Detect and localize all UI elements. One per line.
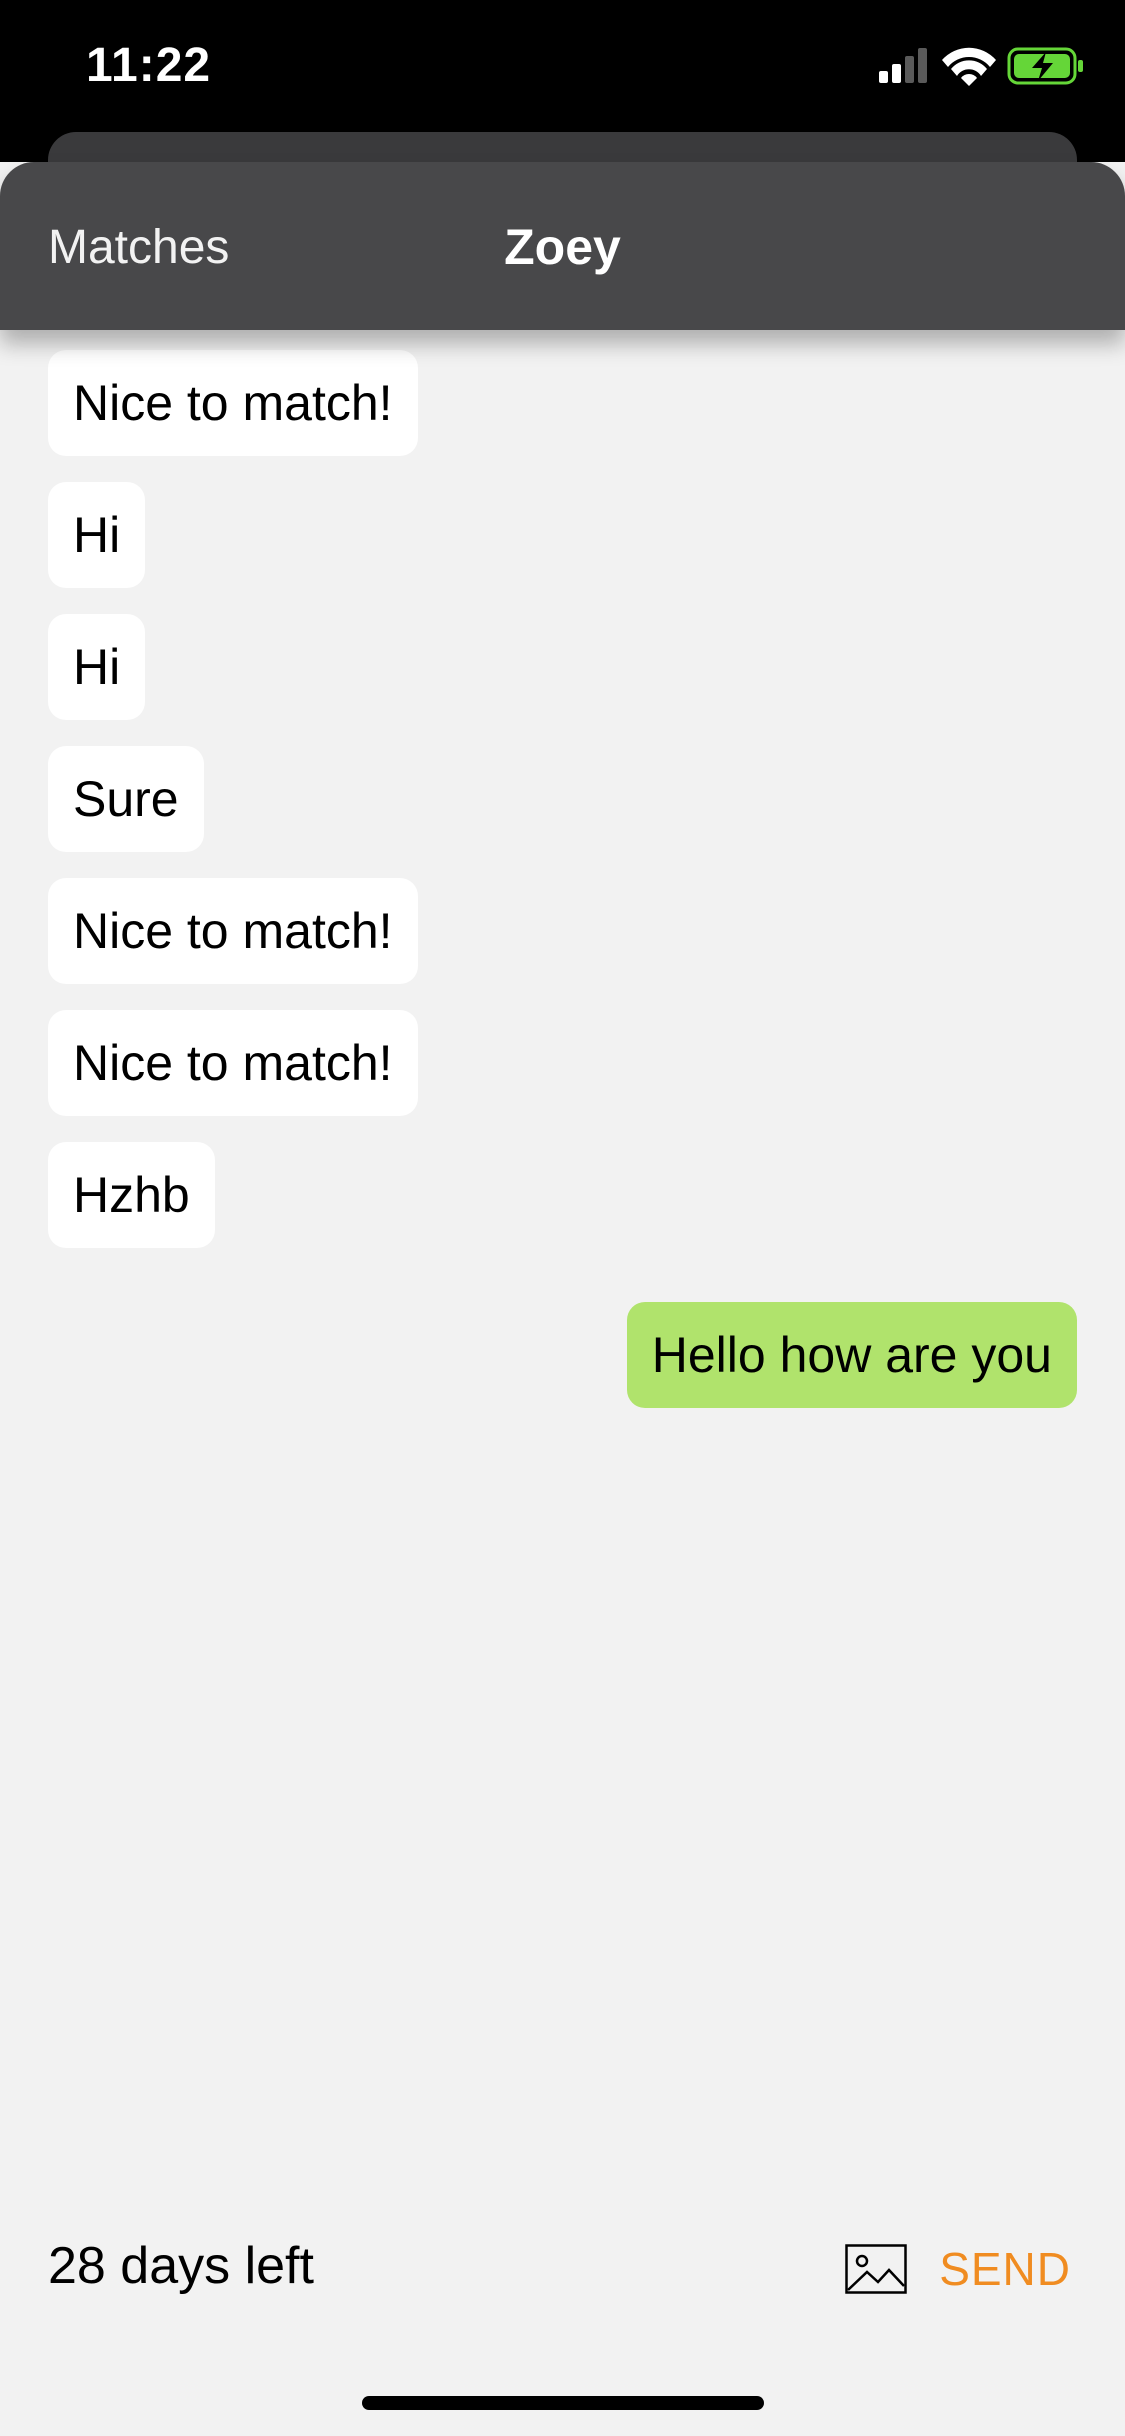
status-time: 11:22 <box>86 39 212 92</box>
message-bubble-incoming: Hi <box>48 614 146 720</box>
message-bubble-incoming: Sure <box>48 746 204 852</box>
wifi-icon <box>942 47 996 86</box>
battery-charging-icon <box>1007 47 1083 85</box>
status-icons <box>879 44 1085 94</box>
composer-bar: 28 days left SEND <box>0 2200 1125 2340</box>
message-bubble-incoming: Hzhb <box>48 1142 215 1248</box>
message-bubble-incoming: Nice to match! <box>48 878 418 984</box>
days-left-label: 28 days left <box>48 2237 314 2295</box>
message-bubble-incoming: Nice to match! <box>48 350 418 456</box>
home-indicator[interactable] <box>362 2396 764 2410</box>
signal-icon <box>879 48 927 83</box>
back-to-matches-button[interactable]: Matches <box>48 220 229 275</box>
send-button[interactable]: SEND <box>939 2242 1071 2296</box>
attach-image-button[interactable] <box>845 2244 907 2294</box>
message-bubble-incoming: Nice to match! <box>48 1010 418 1116</box>
message-bubble-outgoing: Hello how are you <box>626 1302 1077 1408</box>
message-bubble-incoming: Hi <box>48 482 146 588</box>
image-icon <box>845 2244 907 2294</box>
navigation-bar: Zoey Matches <box>0 162 1125 330</box>
